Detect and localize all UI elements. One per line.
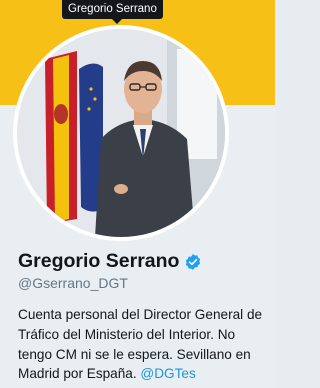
- name-tooltip: Gregorio Serrano: [62, 0, 163, 19]
- profile-handle[interactable]: @Gserrano_DGT: [18, 275, 128, 291]
- bio-mention-link[interactable]: @DGTes: [140, 366, 195, 381]
- profile-name[interactable]: Gregorio Serrano: [18, 250, 179, 273]
- profile-bio: Cuenta personal del Director General de …: [18, 305, 270, 384]
- verified-badge-icon: [186, 253, 201, 270]
- avatar-photo: [17, 29, 225, 237]
- profile-name-row: Gregorio Serrano: [18, 250, 202, 273]
- profile-avatar[interactable]: [13, 25, 229, 241]
- tooltip-arrow: [112, 19, 122, 24]
